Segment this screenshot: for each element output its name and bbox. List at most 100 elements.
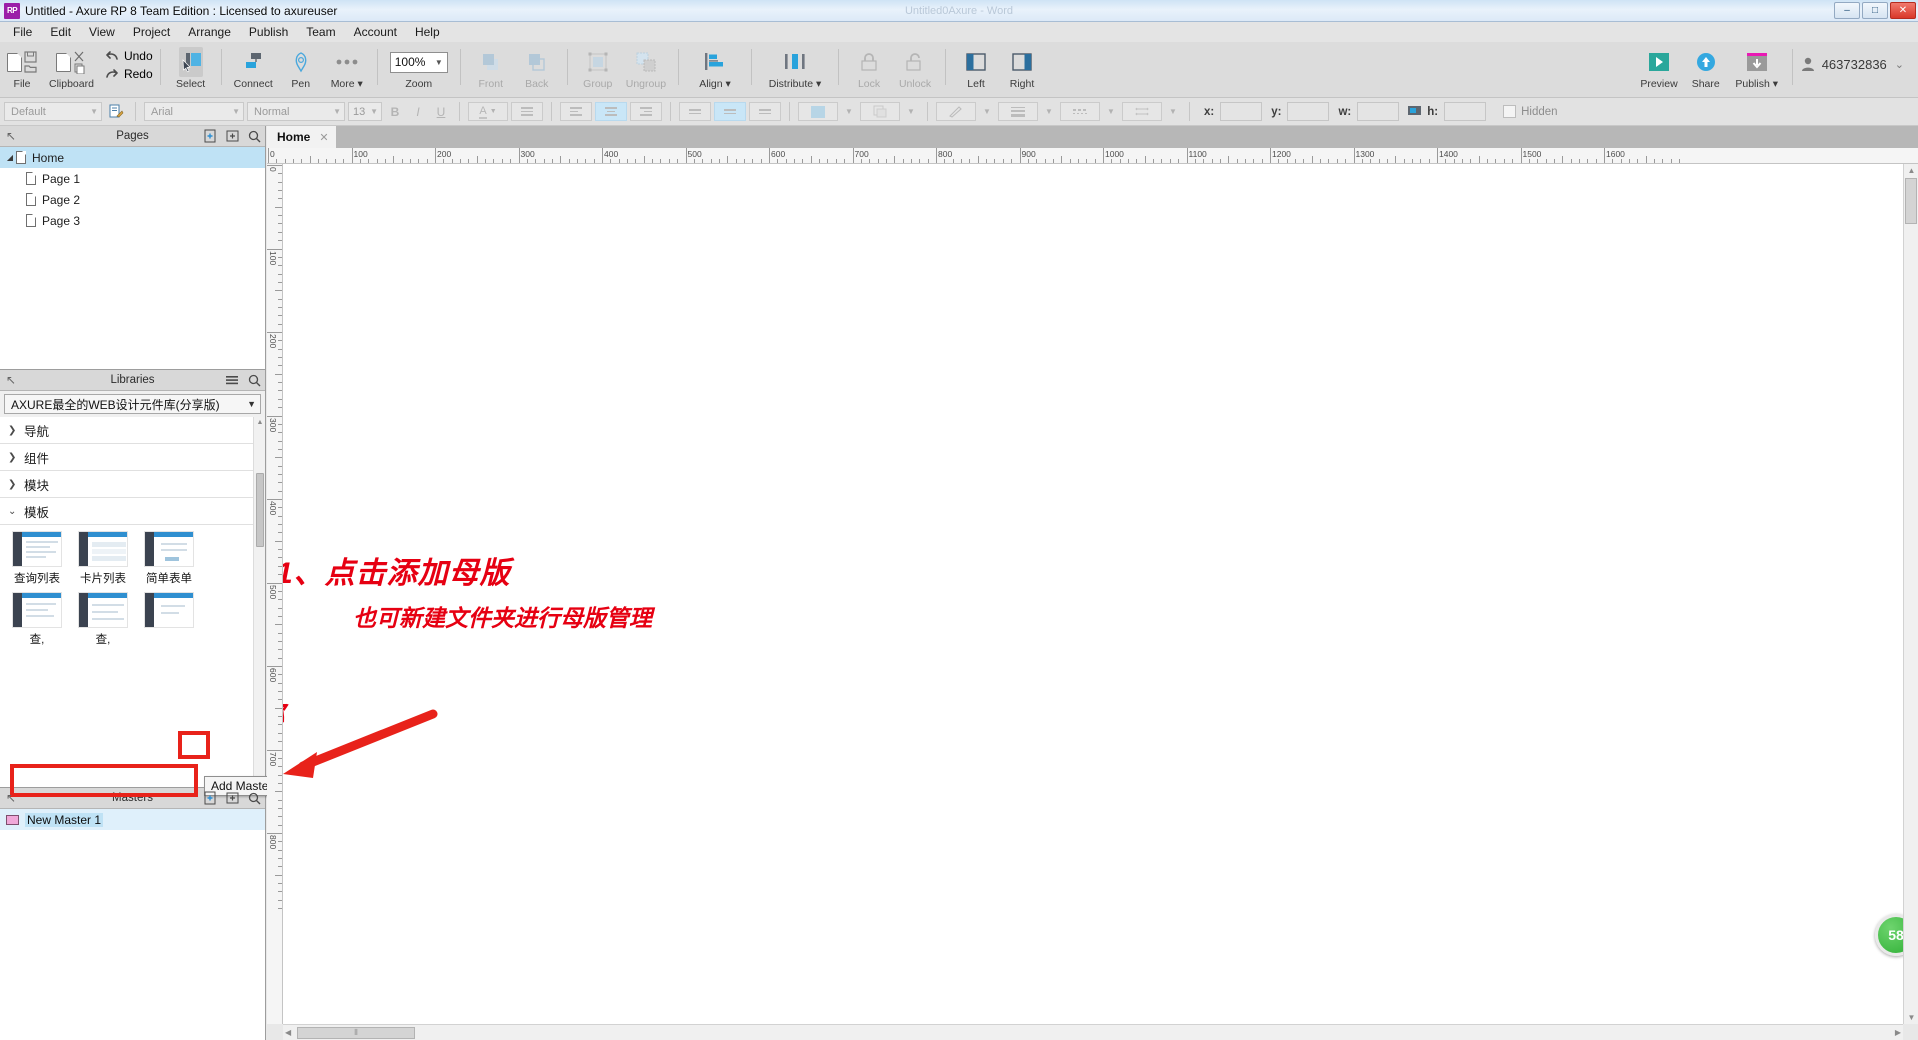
search-icon[interactable] bbox=[243, 126, 265, 147]
collapse-panel-icon[interactable]: ↖ bbox=[0, 788, 22, 809]
align-right-button[interactable] bbox=[630, 102, 662, 121]
expand-triangle-icon[interactable]: ◢ bbox=[4, 153, 16, 162]
vertical-scroll-thumb[interactable] bbox=[1905, 178, 1917, 224]
line-width-button[interactable] bbox=[998, 102, 1038, 121]
library-scrollbar[interactable]: ▲ ▼ bbox=[253, 417, 265, 787]
page-tree-item-page3[interactable]: Page 3 bbox=[0, 210, 265, 231]
line-color-dropdown[interactable]: ▼ bbox=[979, 102, 995, 121]
add-folder-icon[interactable] bbox=[221, 126, 243, 147]
bullet-list-button[interactable] bbox=[511, 102, 543, 121]
scroll-right-arrow-icon[interactable]: ▶ bbox=[1895, 1028, 1901, 1037]
horizontal-scroll-thumb[interactable]: ⦀ bbox=[297, 1027, 415, 1039]
add-master-icon[interactable] bbox=[199, 788, 221, 809]
library-group-navigation[interactable]: ❯ 导航 bbox=[0, 417, 265, 444]
shadow-button[interactable] bbox=[860, 102, 900, 121]
connect-tool-button[interactable]: Connect bbox=[229, 45, 278, 95]
preview-button[interactable]: Preview bbox=[1635, 45, 1682, 95]
account-menu[interactable]: 463732836 ⌄ bbox=[1800, 45, 1904, 83]
share-button[interactable]: Share bbox=[1683, 45, 1729, 95]
arrow-style-button[interactable] bbox=[1122, 102, 1162, 121]
valign-bottom-button[interactable] bbox=[749, 102, 781, 121]
template-thumbnail[interactable]: 查询列表 bbox=[4, 531, 70, 586]
search-icon[interactable] bbox=[243, 788, 265, 809]
more-tools-button[interactable]: More ▾ bbox=[324, 45, 370, 95]
select-tool-button[interactable]: Select bbox=[168, 45, 214, 95]
font-size-select[interactable]: 13 ▼ bbox=[348, 102, 382, 121]
x-input[interactable] bbox=[1220, 102, 1263, 121]
menu-arrange[interactable]: Arrange bbox=[179, 23, 240, 41]
library-group-components[interactable]: ❯ 组件 bbox=[0, 444, 265, 471]
shadow-dropdown[interactable]: ▼ bbox=[903, 102, 919, 121]
template-thumbnail[interactable] bbox=[136, 592, 202, 647]
zoom-control[interactable]: 100% ▼ Zoom bbox=[385, 45, 453, 95]
menu-team[interactable]: Team bbox=[297, 23, 344, 41]
h-input[interactable] bbox=[1444, 102, 1487, 121]
minimize-button[interactable]: – bbox=[1834, 2, 1860, 19]
bring-front-button[interactable]: Front bbox=[468, 45, 514, 95]
canvas-vertical-scrollbar[interactable]: ▲ ▼ bbox=[1903, 164, 1918, 1024]
add-page-icon[interactable] bbox=[199, 126, 221, 147]
menu-view[interactable]: View bbox=[80, 23, 124, 41]
library-group-modules[interactable]: ❯ 模块 bbox=[0, 471, 265, 498]
template-thumbnail[interactable]: 查, bbox=[4, 592, 70, 647]
page-tree-item-page2[interactable]: Page 2 bbox=[0, 189, 265, 210]
font-color-button[interactable]: A ▼ bbox=[468, 102, 508, 121]
page-tree-item-page1[interactable]: Page 1 bbox=[0, 168, 265, 189]
hidden-checkbox-wrap[interactable]: Hidden bbox=[1503, 105, 1558, 118]
menu-file[interactable]: File bbox=[4, 23, 41, 41]
left-panel-toggle[interactable]: Left bbox=[953, 45, 999, 95]
page-tree-item-home[interactable]: ◢ Home bbox=[0, 147, 265, 168]
fill-color-dropdown[interactable]: ▼ bbox=[841, 102, 857, 121]
line-width-dropdown[interactable]: ▼ bbox=[1041, 102, 1057, 121]
clipboard-toolbar-button[interactable]: Clipboard bbox=[44, 45, 99, 95]
close-button[interactable]: ✕ bbox=[1890, 2, 1916, 19]
scroll-down-arrow-icon[interactable]: ▼ bbox=[1904, 1013, 1918, 1022]
fill-color-button[interactable] bbox=[798, 102, 838, 121]
collapse-panel-icon[interactable]: ↖ bbox=[0, 126, 22, 147]
template-thumbnail[interactable]: 卡片列表 bbox=[70, 531, 136, 586]
menu-help[interactable]: Help bbox=[406, 23, 449, 41]
menu-project[interactable]: Project bbox=[124, 23, 179, 41]
close-icon[interactable]: ✕ bbox=[319, 131, 328, 144]
bold-button[interactable]: B bbox=[385, 102, 405, 121]
ungroup-button[interactable]: Ungroup bbox=[621, 45, 671, 95]
right-panel-toggle[interactable]: Right bbox=[999, 45, 1045, 95]
library-group-templates[interactable]: ⌄ 模板 bbox=[0, 498, 265, 525]
valign-top-button[interactable] bbox=[679, 102, 711, 121]
hidden-checkbox[interactable] bbox=[1503, 105, 1517, 118]
line-style-dropdown[interactable]: ▼ bbox=[1103, 102, 1119, 121]
align-button[interactable]: Align ▾ bbox=[686, 45, 744, 95]
valign-middle-button[interactable] bbox=[714, 102, 746, 121]
group-button[interactable]: Group bbox=[575, 45, 621, 95]
design-canvas[interactable]: 1、点击添加母版 也可新建文件夹进行母版管理 2、填写母版名称 58 bbox=[283, 164, 1903, 1024]
collapse-panel-icon[interactable]: ↖ bbox=[0, 370, 22, 391]
zoom-select[interactable]: 100% ▼ bbox=[389, 51, 448, 73]
master-list-item[interactable]: New Master 1 bbox=[0, 809, 265, 830]
tab-home[interactable]: Home ✕ bbox=[267, 126, 336, 148]
undo-button[interactable]: Undo bbox=[105, 49, 153, 63]
library-select[interactable]: AXURE最全的WEB设计元件库(分享版) ▼ bbox=[4, 394, 261, 414]
lock-aspect-icon[interactable] bbox=[1407, 104, 1423, 120]
font-family-select[interactable]: Arial ▼ bbox=[144, 102, 244, 121]
floating-status-badge[interactable]: 58 bbox=[1875, 914, 1903, 956]
master-name-input[interactable]: New Master 1 bbox=[25, 812, 104, 827]
scroll-up-arrow-icon[interactable]: ▲ bbox=[256, 419, 264, 428]
template-thumbnail[interactable]: 简单表单 bbox=[136, 531, 202, 586]
menu-account[interactable]: Account bbox=[345, 23, 406, 41]
file-toolbar-button[interactable]: File bbox=[0, 45, 44, 95]
y-input[interactable] bbox=[1287, 102, 1330, 121]
menu-edit[interactable]: Edit bbox=[41, 23, 80, 41]
underline-button[interactable]: U bbox=[431, 102, 451, 121]
maximize-button[interactable]: □ bbox=[1862, 2, 1888, 19]
menu-publish[interactable]: Publish bbox=[240, 23, 297, 41]
redo-button[interactable]: Redo bbox=[105, 67, 153, 81]
search-icon[interactable] bbox=[243, 370, 265, 391]
add-folder-icon[interactable] bbox=[221, 788, 243, 809]
lock-button[interactable]: Lock bbox=[846, 45, 892, 95]
font-weight-select[interactable]: Normal ▼ bbox=[247, 102, 345, 121]
w-input[interactable] bbox=[1357, 102, 1400, 121]
unlock-button[interactable]: Unlock bbox=[892, 45, 938, 95]
library-scroll-thumb[interactable] bbox=[256, 473, 264, 547]
canvas-horizontal-scrollbar[interactable]: ◀ ⦀ ▶ bbox=[283, 1024, 1903, 1040]
widget-style-select[interactable]: Default ▼ bbox=[4, 102, 102, 121]
